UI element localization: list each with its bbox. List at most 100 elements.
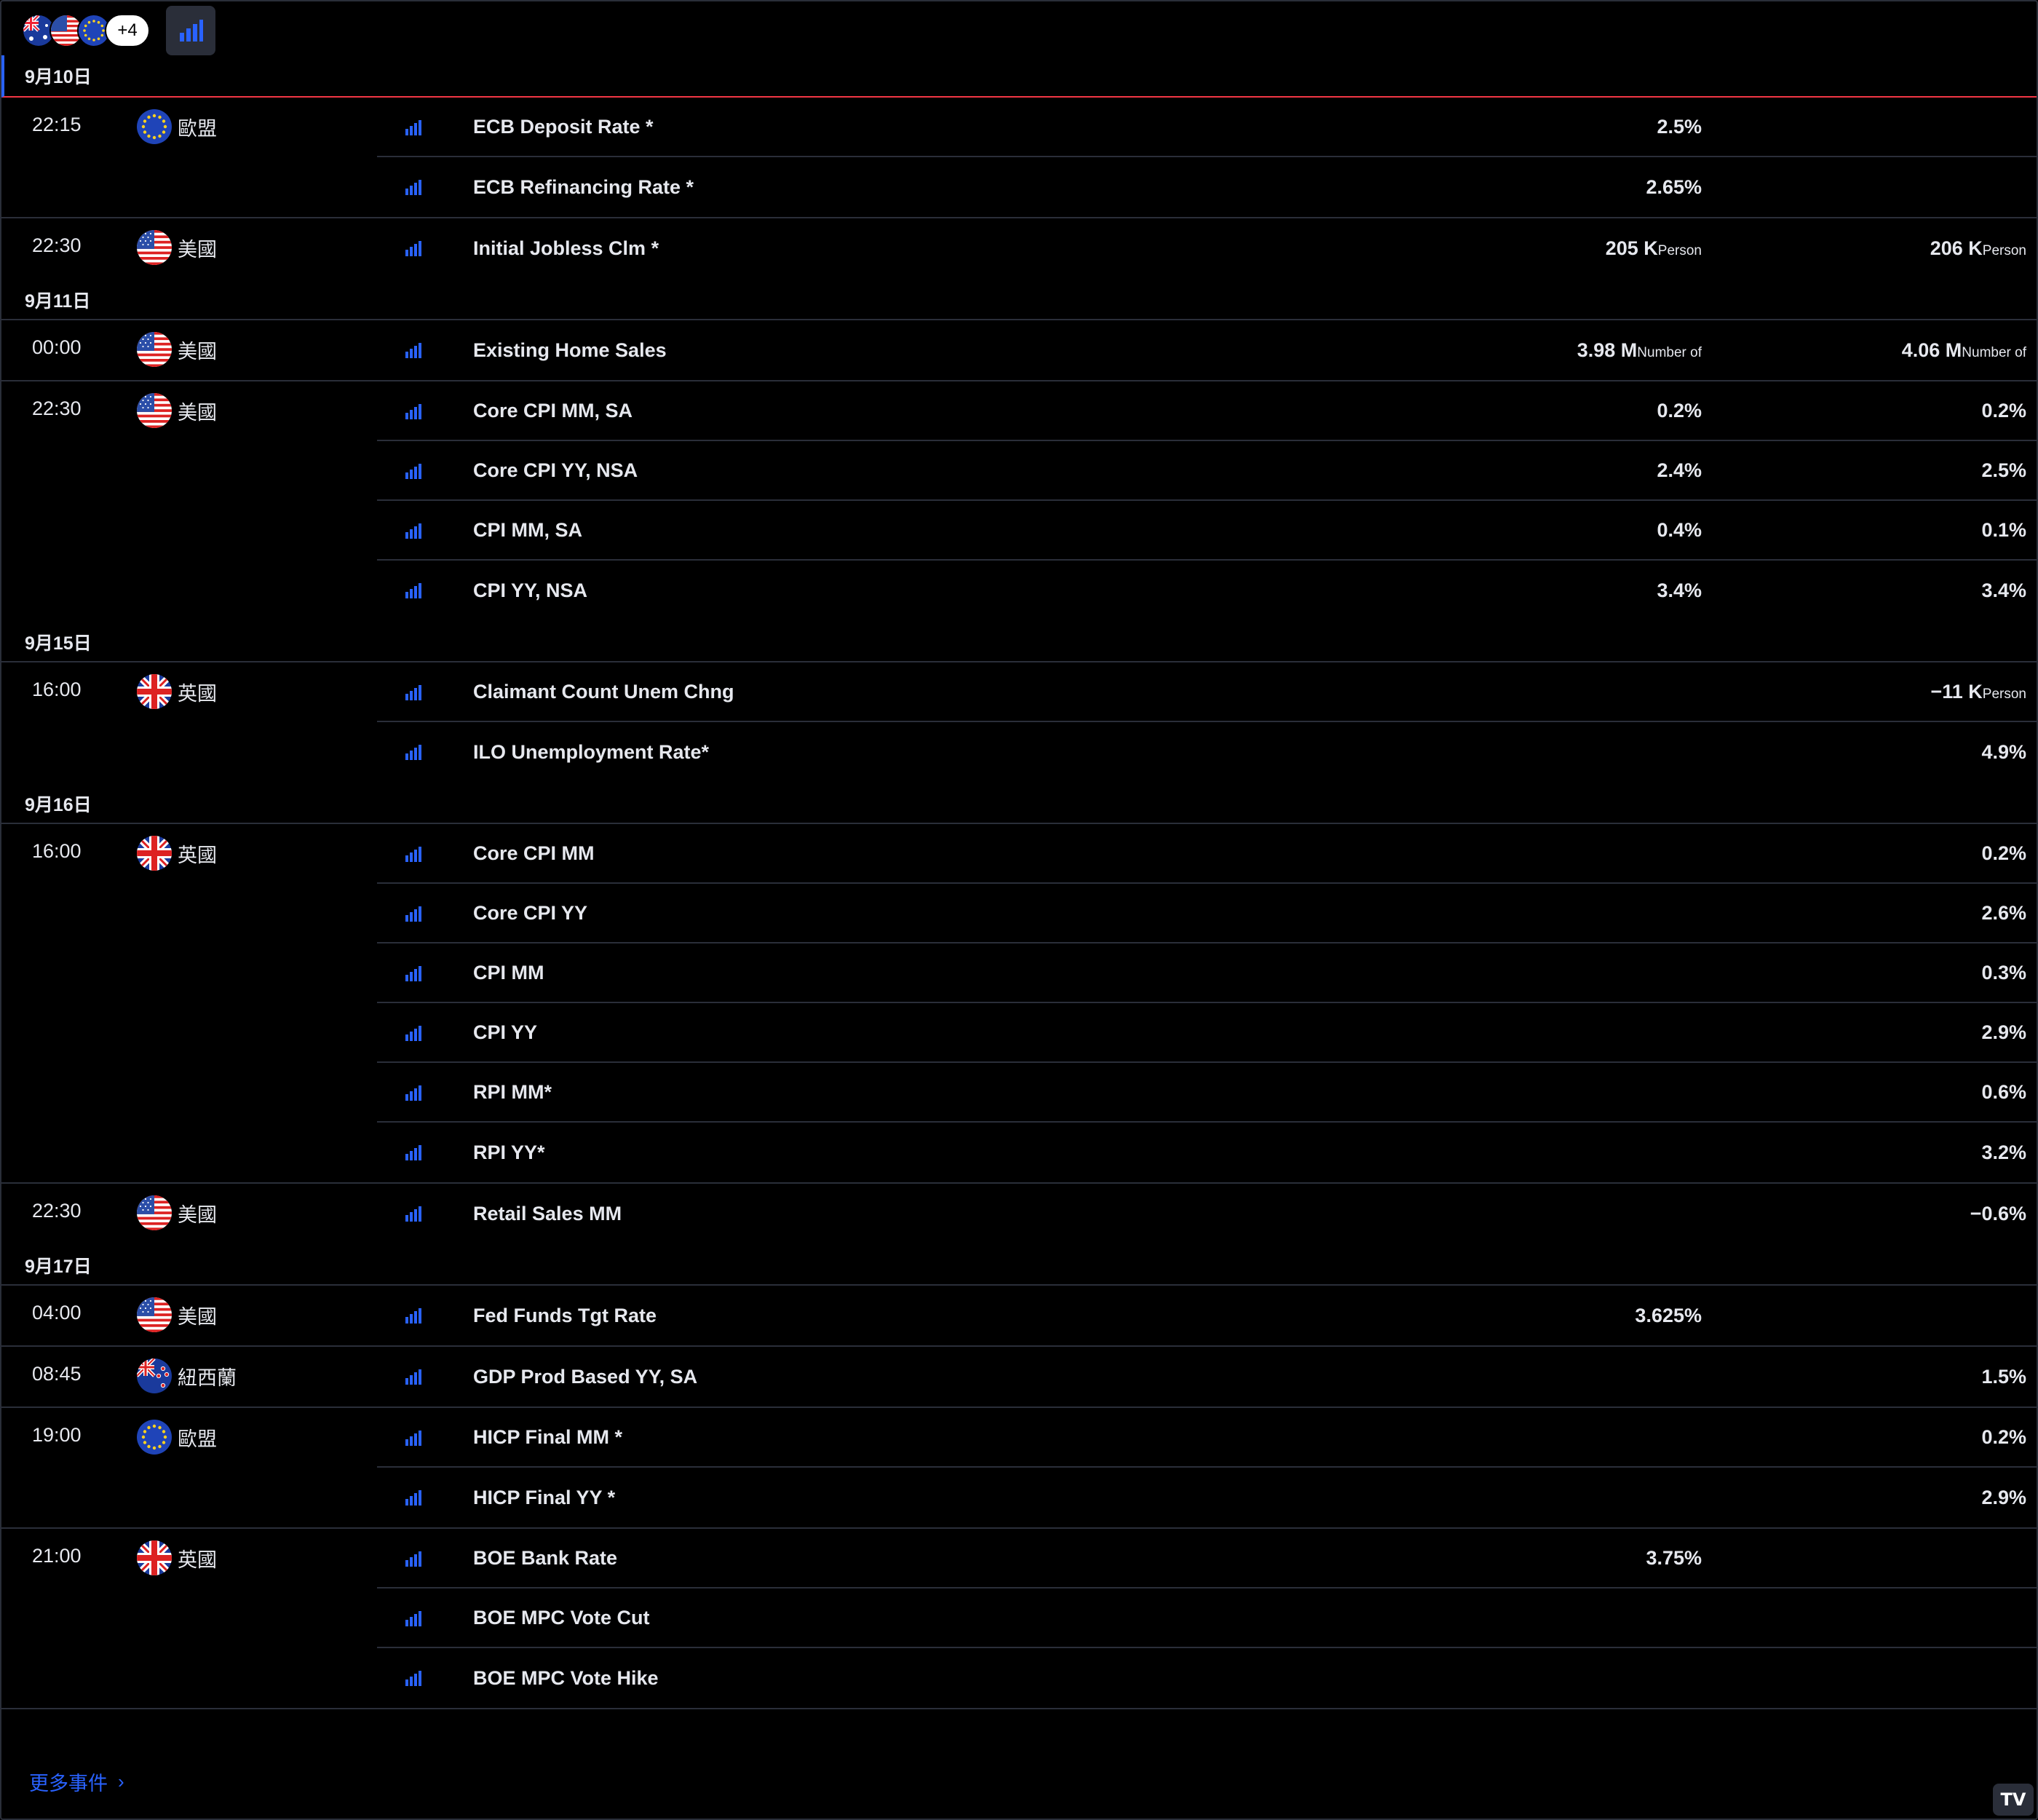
country-name: 紐西蘭 [178, 1366, 237, 1389]
importance-bars-icon [405, 1669, 422, 1690]
importance-bars-icon [405, 965, 422, 986]
event-row[interactable]: CPI MM 0.3% [377, 943, 2037, 1003]
uk-flag-icon [137, 836, 172, 871]
event-name: BOE MPC Vote Hike [473, 1666, 659, 1689]
importance-bars-icon [405, 582, 422, 603]
date-label: 9月15日 [25, 633, 92, 654]
forecast-value: 2.65% [1646, 175, 1702, 198]
event-group: 22:30 美國 Core CPI MM, SA 0.2% 0.2% Core CPI Y… [1, 381, 2037, 620]
forecast-value: 3.98 M [1577, 339, 1638, 361]
prior-value: 4.06 M [1901, 339, 1962, 361]
event-row[interactable]: Initial Jobless Clm * 205 KPerson 206 KPer… [377, 218, 2037, 278]
country-name: 歐盟 [178, 117, 217, 140]
event-rows: ECB Deposit Rate * 2.5% ECB Refinancing Ra… [377, 98, 2037, 217]
event-row[interactable]: GDP Prod Based YY, SA 1.5% [377, 1347, 2037, 1406]
event-name: BOE Bank Rate [473, 1546, 618, 1569]
event-row[interactable]: Retail Sales MM −0.6% [377, 1184, 2037, 1243]
event-forecast: 0.2% [1657, 400, 1702, 422]
event-row[interactable]: CPI MM, SA 0.4% 0.1% [377, 501, 2037, 561]
event-row[interactable]: HICP Final MM * 0.2% [377, 1408, 2037, 1468]
importance-bars-icon [405, 1368, 422, 1389]
event-prior: 0.2% [1981, 842, 2026, 865]
event-group: 22:30 美國 Initial Jobless Clm * 205 KPerson 2… [1, 218, 2037, 278]
country-name: 英國 [178, 1548, 217, 1571]
event-time: 04:00 [32, 1302, 82, 1324]
event-name: CPI YY, NSA [473, 579, 588, 601]
event-group: 00:00 美國 Existing Home Sales 3.98 MNumber o… [1, 320, 2037, 381]
event-prior: 0.6% [1981, 1081, 2026, 1104]
forecast-value: 0.4% [1657, 518, 1702, 541]
event-row[interactable]: BOE MPC Vote Cut [377, 1588, 2037, 1648]
event-country: 美國 [137, 332, 217, 367]
prior-value: 3.2% [1981, 1141, 2026, 1163]
event-group-meta: 22:30 美國 [1, 218, 377, 278]
forecast-unit: Person [1657, 242, 1702, 258]
importance-bars-icon [405, 1489, 422, 1510]
event-forecast: 0.4% [1657, 519, 1702, 542]
event-forecast: 3.75% [1646, 1547, 1702, 1570]
event-time: 16:00 [32, 840, 82, 862]
tradingview-logo[interactable]: TV [1993, 1784, 2034, 1816]
prior-value: 0.2% [1981, 1425, 2026, 1448]
event-forecast: 2.4% [1657, 459, 1702, 482]
event-time: 00:00 [32, 336, 82, 358]
country-name: 美國 [178, 401, 217, 424]
event-country: 美國 [137, 393, 217, 428]
importance-bars-icon [180, 20, 203, 41]
event-row[interactable]: RPI YY* 3.2% [377, 1123, 2037, 1182]
event-row[interactable]: Fed Funds Tgt Rate 3.625% [377, 1286, 2037, 1345]
event-row[interactable]: Core CPI YY, NSA 2.4% 2.5% [377, 441, 2037, 501]
event-row[interactable]: CPI YY, NSA 3.4% 3.4% [377, 561, 2037, 620]
forecast-value: 3.625% [1635, 1304, 1702, 1326]
event-row[interactable]: RPI MM* 0.6% [377, 1063, 2037, 1123]
prior-value: 2.9% [1981, 1021, 2026, 1043]
us-flag-icon [137, 1297, 172, 1332]
more-countries-badge[interactable]: +4 [105, 14, 150, 47]
event-name: ECB Refinancing Rate * [473, 175, 694, 198]
event-prior: 2.6% [1981, 902, 2026, 925]
event-group-meta: 00:00 美國 [1, 320, 377, 380]
event-group-meta: 16:00 英國 [1, 662, 377, 782]
event-name: ECB Deposit Rate * [473, 115, 654, 138]
event-row[interactable]: Claimant Count Unem Chng −11 KPerson [377, 662, 2037, 722]
us-flag-icon [137, 393, 172, 428]
event-name: Core CPI MM, SA [473, 399, 633, 422]
date-header: 9月16日 [1, 782, 2037, 824]
event-name: RPI MM* [473, 1080, 552, 1103]
prior-value: 1.5% [1981, 1365, 2026, 1388]
event-rows: BOE Bank Rate 3.75% BOE MPC Vote Cut BOE MP… [377, 1529, 2037, 1708]
importance-filter-button[interactable] [166, 6, 215, 55]
event-row[interactable]: Core CPI YY 2.6% [377, 884, 2037, 943]
prior-value: 4.9% [1981, 740, 2026, 763]
event-country: 英國 [137, 1540, 217, 1575]
importance-bars-icon [405, 522, 422, 543]
chevron-right-icon: › [118, 1770, 124, 1792]
event-prior: 0.2% [1981, 1426, 2026, 1449]
importance-bars-icon [405, 684, 422, 705]
event-row[interactable]: HICP Final YY * 2.9% [377, 1468, 2037, 1527]
eu-flag-icon [137, 1420, 172, 1455]
importance-bars-icon [405, 178, 422, 199]
importance-bars-icon [405, 1550, 422, 1571]
nz-flag-icon [137, 1358, 172, 1393]
more-events-link[interactable]: 更多事件 › [29, 1768, 124, 1796]
event-row[interactable]: Core CPI MM, SA 0.2% 0.2% [377, 381, 2037, 441]
event-group: 08:45 紐西蘭 GDP Prod Based YY, SA 1.5% [1, 1347, 2037, 1408]
filter-bar: +4 [22, 6, 215, 55]
event-group-meta: 19:00 歐盟 [1, 1408, 377, 1527]
event-row[interactable]: CPI YY 2.9% [377, 1003, 2037, 1063]
importance-bars-icon [405, 743, 422, 764]
country-name: 歐盟 [178, 1428, 217, 1450]
country-filter[interactable]: +4 [22, 14, 150, 47]
event-name: CPI YY [473, 1021, 538, 1043]
events-list: 9月10日 22:15 歐盟 ECB Deposit Rate * 2.5% ECB Re… [1, 55, 2037, 1709]
event-row[interactable]: Existing Home Sales 3.98 MNumber of 4.06 M… [377, 320, 2037, 380]
event-rows: GDP Prod Based YY, SA 1.5% [377, 1347, 2037, 1406]
event-row[interactable]: BOE MPC Vote Hike [377, 1648, 2037, 1708]
event-row[interactable]: BOE Bank Rate 3.75% [377, 1529, 2037, 1588]
event-row[interactable]: ECB Refinancing Rate * 2.65% [377, 157, 2037, 217]
event-group-meta: 04:00 美國 [1, 1286, 377, 1345]
event-row[interactable]: ILO Unemployment Rate* 4.9% [377, 722, 2037, 782]
event-row[interactable]: ECB Deposit Rate * 2.5% [377, 98, 2037, 157]
event-row[interactable]: Core CPI MM 0.2% [377, 824, 2037, 884]
